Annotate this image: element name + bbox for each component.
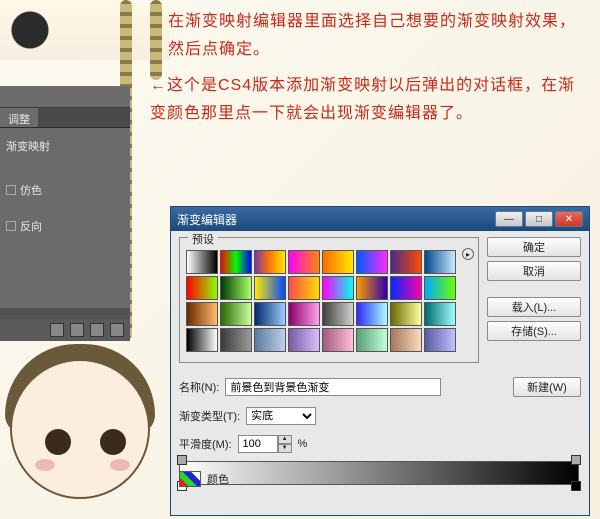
maximize-button[interactable]: □: [525, 211, 553, 227]
preset-swatch[interactable]: [390, 250, 422, 274]
preset-swatch[interactable]: [186, 250, 218, 274]
adjustments-panel: 调整 渐变映射 仿色 反向: [0, 86, 130, 341]
preset-swatch[interactable]: [254, 302, 286, 326]
tutorial-text-2: ←这个是CS4版本添加渐变映射以后弹出的对话框，在渐变颜色那里点一下就会出现渐变…: [150, 72, 590, 128]
preset-swatch[interactable]: [186, 302, 218, 326]
name-input[interactable]: [225, 378, 441, 396]
minimize-button[interactable]: —: [495, 211, 523, 227]
color-swatch-icon[interactable]: [179, 471, 201, 487]
preset-swatch[interactable]: [424, 302, 456, 326]
tutorial-text-1: 在渐变映射编辑器里面选择自己想要的渐变映射效果，然后点确定。: [168, 8, 588, 64]
preset-swatch[interactable]: [390, 328, 422, 352]
preset-swatch[interactable]: [424, 250, 456, 274]
step-down-icon[interactable]: ▼: [278, 444, 292, 453]
preset-swatch[interactable]: [390, 276, 422, 300]
type-select[interactable]: 实底: [246, 407, 316, 425]
type-label: 渐变类型(T):: [179, 408, 240, 424]
preset-swatch[interactable]: [322, 250, 354, 274]
tab-adjustments[interactable]: 调整: [0, 108, 38, 127]
opacity-stop-left[interactable]: [177, 455, 187, 465]
preset-swatch[interactable]: [424, 276, 456, 300]
new-button[interactable]: 新建(W): [513, 377, 581, 397]
presets-group: 预设 ▸: [179, 237, 479, 363]
panel-icon-3[interactable]: [90, 323, 104, 337]
panel-title-row: 渐变映射: [6, 138, 124, 154]
smoothness-label: 平滑度(M):: [179, 436, 232, 452]
close-button[interactable]: ✕: [555, 211, 583, 227]
panel-header[interactable]: [0, 86, 130, 108]
gradient-editor-dialog: 渐变编辑器 — □ ✕ 预设 ▸ 确定 取消 载入(L)... 存储(S)...…: [170, 206, 590, 516]
preset-swatch[interactable]: [288, 302, 320, 326]
decor-face: [0, 339, 160, 519]
cancel-button[interactable]: 取消: [487, 261, 581, 281]
preset-swatch[interactable]: [254, 328, 286, 352]
trash-icon[interactable]: [110, 323, 124, 337]
preset-swatch[interactable]: [288, 276, 320, 300]
decor-beads: [150, 0, 162, 80]
checkbox-reverse[interactable]: [6, 221, 16, 231]
color-stop-right[interactable]: [571, 481, 581, 491]
preset-swatch[interactable]: [356, 250, 388, 274]
preset-grid: [186, 242, 472, 354]
step-up-icon[interactable]: ▲: [278, 435, 292, 444]
load-button[interactable]: 载入(L)...: [487, 297, 581, 317]
preset-swatch[interactable]: [220, 328, 252, 352]
presets-menu-icon[interactable]: ▸: [462, 248, 474, 260]
preset-swatch[interactable]: [288, 250, 320, 274]
save-button[interactable]: 存储(S)...: [487, 321, 581, 341]
presets-label: 预设: [188, 231, 218, 247]
label-reverse: 反向: [20, 218, 42, 234]
preset-swatch[interactable]: [322, 328, 354, 352]
preset-swatch[interactable]: [356, 302, 388, 326]
preset-swatch[interactable]: [288, 328, 320, 352]
preset-swatch[interactable]: [186, 276, 218, 300]
preset-swatch[interactable]: [220, 250, 252, 274]
smoothness-input[interactable]: [238, 435, 278, 453]
panel-icon-1[interactable]: [50, 323, 64, 337]
gradient-bar[interactable]: [179, 461, 579, 485]
preset-swatch[interactable]: [322, 276, 354, 300]
dialog-title: 渐变编辑器: [177, 211, 237, 228]
preset-swatch[interactable]: [220, 276, 252, 300]
opacity-stop-right[interactable]: [571, 455, 581, 465]
preset-swatch[interactable]: [322, 302, 354, 326]
panel-icon-2[interactable]: [70, 323, 84, 337]
preset-swatch[interactable]: [186, 328, 218, 352]
name-label: 名称(N):: [179, 379, 219, 395]
checkbox-dither[interactable]: [6, 185, 16, 195]
preset-swatch[interactable]: [254, 250, 286, 274]
preset-swatch[interactable]: [254, 276, 286, 300]
label-dither: 仿色: [20, 182, 42, 198]
color-label: 颜色: [207, 471, 229, 487]
preset-swatch[interactable]: [356, 276, 388, 300]
smoothness-stepper[interactable]: ▲▼: [238, 435, 292, 453]
ok-button[interactable]: 确定: [487, 237, 581, 257]
smoothness-unit: %: [298, 438, 308, 450]
preset-swatch[interactable]: [356, 328, 388, 352]
preset-swatch[interactable]: [424, 328, 456, 352]
preset-swatch[interactable]: [220, 302, 252, 326]
preset-swatch[interactable]: [390, 302, 422, 326]
dialog-titlebar[interactable]: 渐变编辑器 — □ ✕: [171, 207, 589, 231]
